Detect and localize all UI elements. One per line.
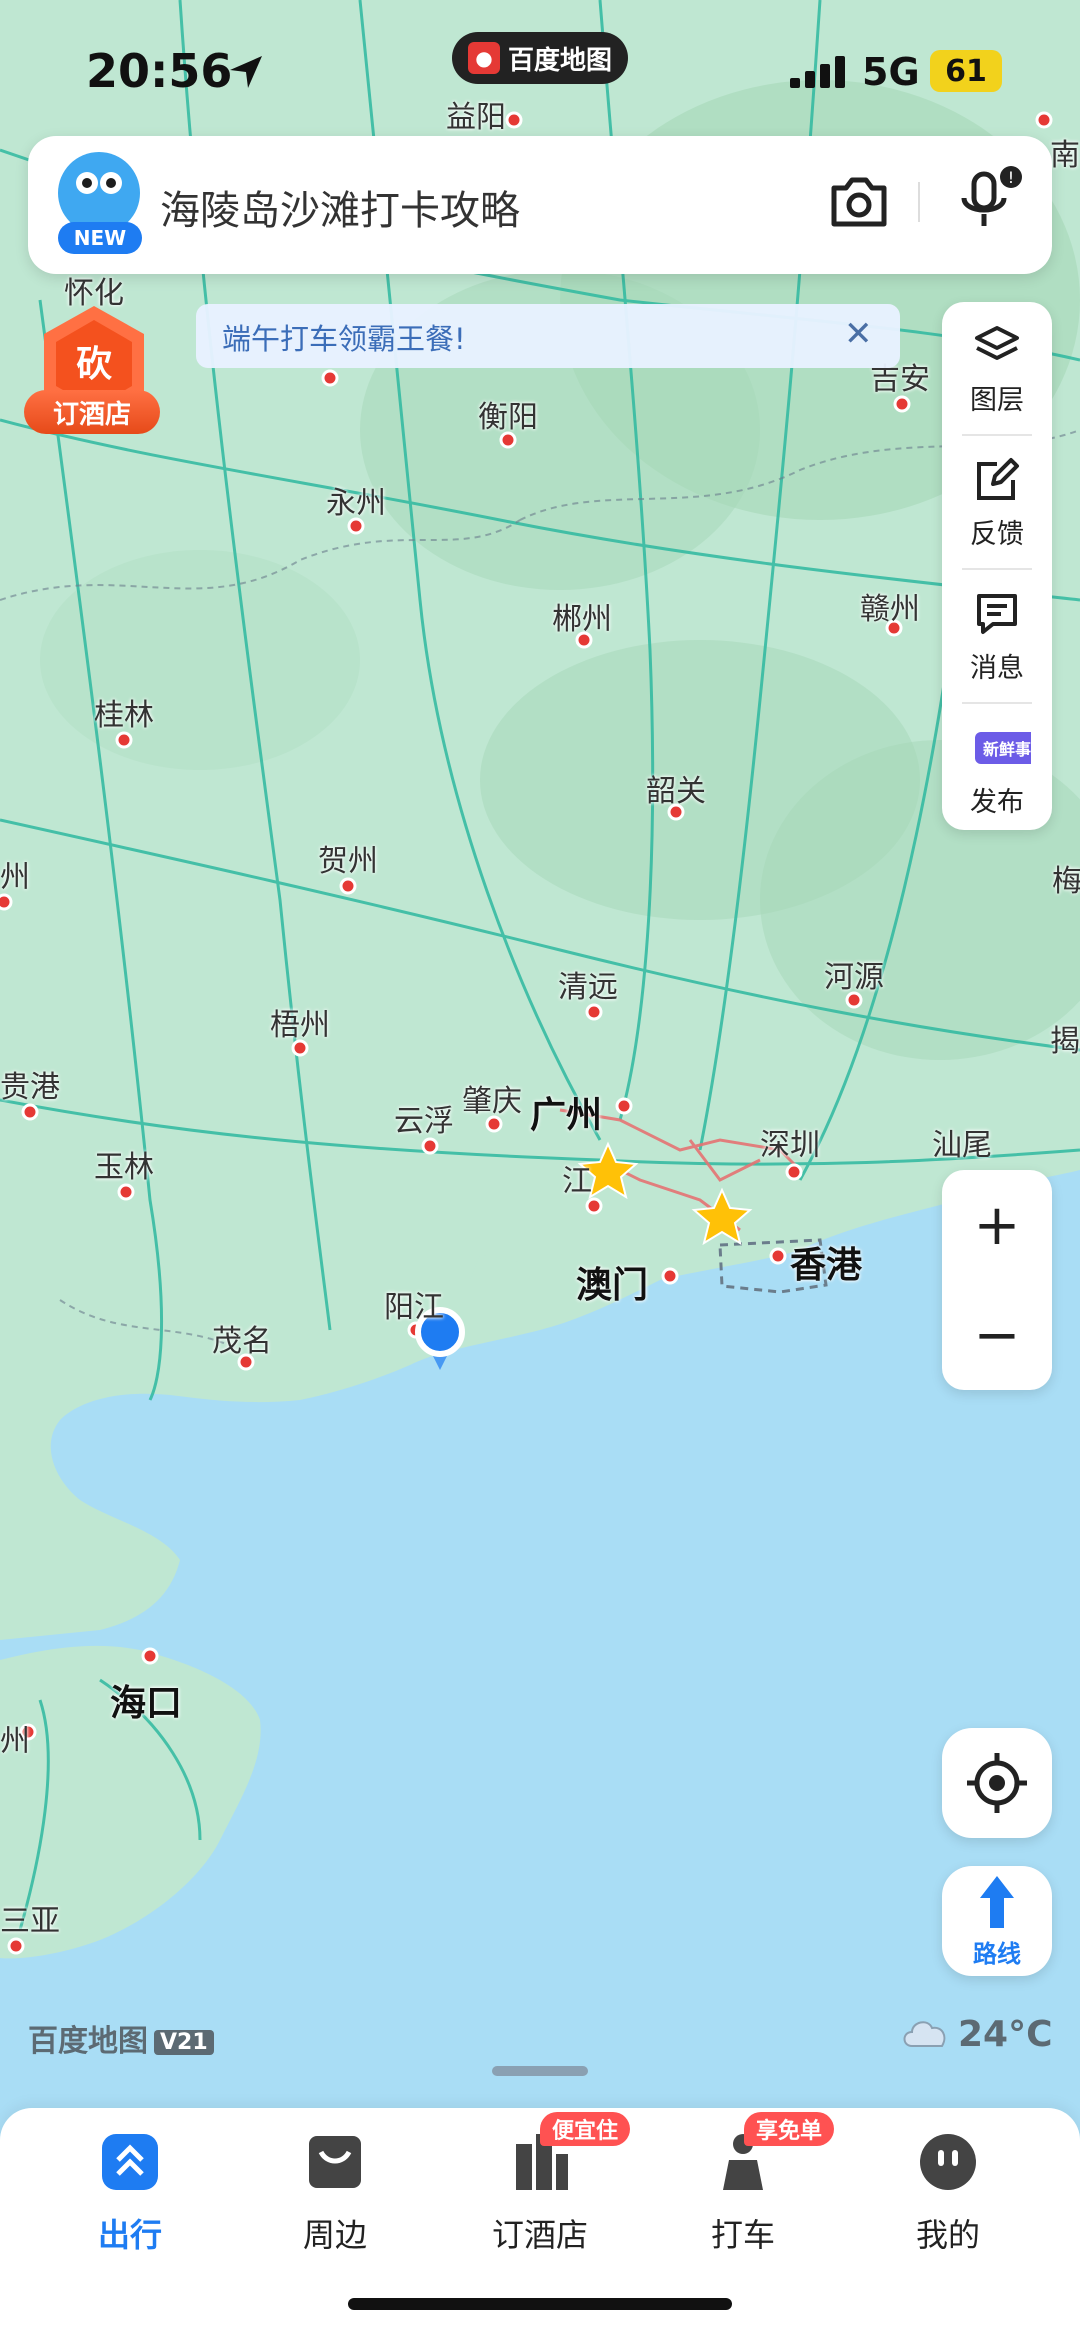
message-label: 消息 bbox=[970, 653, 1024, 684]
city-label-maoming: 茂名 bbox=[212, 1324, 272, 1359]
route-button[interactable]: 路线 bbox=[942, 1866, 1052, 1976]
app-indicator-pill[interactable]: ● 百度地图 bbox=[452, 32, 628, 84]
message-icon bbox=[977, 594, 1017, 634]
city-label-hongkong: 香港 bbox=[790, 1245, 863, 1286]
new-badge: NEW bbox=[58, 222, 142, 254]
city-label-shanwei: 汕尾 bbox=[932, 1128, 992, 1163]
city-label-yunfu: 云浮 bbox=[394, 1104, 454, 1139]
cloud-icon bbox=[903, 2021, 946, 2047]
nav-taxi[interactable]: 打车 bbox=[668, 2130, 818, 2256]
search-divider bbox=[918, 182, 920, 222]
city-label-guigang: 贵港 bbox=[0, 1070, 60, 1105]
city-label-danzhou: 州 bbox=[0, 1724, 30, 1759]
nav-profile[interactable]: 我的 bbox=[873, 2130, 1023, 2256]
city-label-shaoguan: 韶关 bbox=[646, 774, 706, 809]
brand-name: 百度地图 bbox=[28, 2024, 148, 2059]
hotel-promo-label[interactable]: 订酒店 bbox=[24, 390, 160, 434]
city-label-chenzhou: 郴州 bbox=[552, 602, 612, 637]
battery-indicator: 61 bbox=[930, 50, 1002, 92]
publish-label: 发布 bbox=[970, 787, 1024, 818]
city-label-heyuan: 河源 bbox=[824, 960, 884, 995]
drawer-handle[interactable] bbox=[492, 2066, 588, 2076]
feedback-button[interactable]: 反馈 bbox=[942, 436, 1052, 568]
app-pill-label: 百度地图 bbox=[507, 45, 612, 76]
voice-notification-dot: ! bbox=[1000, 166, 1022, 188]
zoom-control: + − bbox=[942, 1170, 1052, 1390]
nav-profile-label: 我的 bbox=[915, 2216, 980, 2254]
nav-taxi-label: 打车 bbox=[710, 2216, 775, 2254]
nearby-icon bbox=[309, 2136, 361, 2188]
network-type: 5G bbox=[862, 50, 920, 94]
city-label-yulin: 玉林 bbox=[94, 1150, 154, 1185]
city-label-zhaoqing: 肇庆 bbox=[462, 1084, 522, 1119]
close-icon[interactable]: ✕ bbox=[844, 314, 873, 354]
city-label-yangjiang: 阳江 bbox=[384, 1290, 444, 1325]
zoom-out-button[interactable]: − bbox=[942, 1280, 1052, 1390]
camera-icon[interactable] bbox=[828, 174, 890, 230]
baidu-map-logo-icon: ● bbox=[467, 42, 500, 74]
promo-banner-text: 端午打车领霸王餐! bbox=[222, 322, 466, 356]
city-label-ganzhou: 赣州 bbox=[860, 592, 920, 627]
bargain-text: 砍 bbox=[76, 344, 112, 385]
city-label-guilin: 桂林 bbox=[94, 698, 154, 733]
profile-icon bbox=[920, 2134, 976, 2190]
city-label-wuzhou: 梧州 bbox=[270, 1008, 330, 1043]
zoom-in-button[interactable]: + bbox=[942, 1170, 1052, 1280]
weather-temperature: 24°C bbox=[958, 2014, 1053, 2055]
layers-icon bbox=[975, 326, 1019, 360]
route-label: 路线 bbox=[973, 1940, 1021, 1968]
search-input[interactable]: 海陵岛沙滩打卡攻略 bbox=[160, 178, 520, 236]
hotel-badge: 便宜住 bbox=[540, 2112, 631, 2146]
city-label-nanchang: 南昌 bbox=[1050, 138, 1080, 173]
home-indicator[interactable] bbox=[348, 2298, 732, 2310]
city-label-jiangmen: 江 bbox=[562, 1164, 592, 1199]
feedback-icon bbox=[977, 458, 1019, 500]
location-arrow-icon bbox=[230, 56, 262, 88]
signal-icon bbox=[790, 56, 845, 88]
brand-version: V21 bbox=[154, 2030, 214, 2055]
city-label-hengyang: 衡阳 bbox=[478, 400, 538, 435]
travel-icon bbox=[102, 2134, 158, 2190]
nav-nearby-label: 周边 bbox=[302, 2216, 367, 2254]
city-label-yongzhou: 永州 bbox=[326, 486, 386, 521]
city-label-yiyang: 益阳 bbox=[446, 100, 506, 135]
city-label-haikou: 海口 bbox=[110, 1683, 183, 1724]
city-label-shenzhen: 深圳 bbox=[760, 1128, 820, 1163]
layers-button[interactable]: 图层 bbox=[942, 302, 1052, 434]
nav-travel-label: 出行 bbox=[97, 2216, 162, 2254]
nav-hotel-label: 订酒店 bbox=[491, 2216, 588, 2254]
crosshair-icon bbox=[967, 1753, 1027, 1813]
locate-me-button[interactable] bbox=[942, 1728, 1052, 1838]
nav-travel[interactable]: 出行 bbox=[55, 2130, 205, 2256]
status-time: 20:56 bbox=[86, 44, 233, 98]
publish-button[interactable]: 新鲜事 发布 bbox=[942, 704, 1052, 836]
feedback-label: 反馈 bbox=[970, 519, 1024, 550]
taxi-badge: 享免单 bbox=[744, 2112, 835, 2146]
nav-hotel[interactable]: 订酒店 bbox=[465, 2130, 615, 2256]
layers-label: 图层 bbox=[970, 385, 1024, 416]
publish-badge-text: 新鲜事 bbox=[983, 740, 1031, 759]
city-label-meizhou: 梅 bbox=[1052, 864, 1080, 899]
city-label-liuzhou: 州 bbox=[0, 860, 30, 895]
nav-nearby[interactable]: 周边 bbox=[260, 2130, 410, 2256]
route-arrow-icon bbox=[980, 1876, 1014, 1928]
message-button[interactable]: 消息 bbox=[942, 570, 1052, 702]
city-label-guangzhou: 广州 bbox=[530, 1095, 603, 1136]
city-label-sanya: 三亚 bbox=[0, 1904, 60, 1939]
map-toolbar: 图层 反馈 消息 新鲜事 发布 bbox=[942, 302, 1052, 830]
brand-watermark: 百度地图 V21 bbox=[28, 2016, 214, 2060]
city-label-qingyuan: 清远 bbox=[558, 970, 618, 1005]
city-label-macau: 澳门 bbox=[576, 1265, 649, 1306]
city-label-hezhou: 贺州 bbox=[318, 844, 378, 879]
city-label-jieyang: 揭 bbox=[1050, 1024, 1080, 1059]
publish-icon: 新鲜事 bbox=[975, 732, 1031, 764]
